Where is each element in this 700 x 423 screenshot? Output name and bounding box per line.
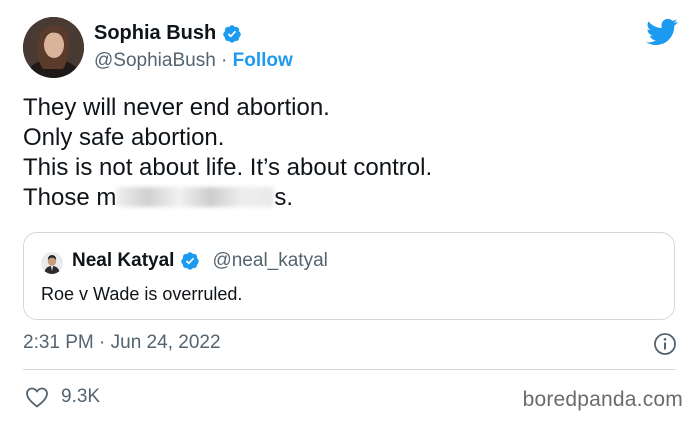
author-handle[interactable]: @SophiaBush xyxy=(94,50,216,71)
tweet-line-censored: Those m s. xyxy=(23,183,673,213)
tweet-line-start: Those m xyxy=(23,184,117,211)
tweet-line: They will never end abortion. xyxy=(23,94,330,121)
verified-badge-icon xyxy=(223,24,241,43)
author-name[interactable]: Sophia Bush xyxy=(94,22,242,45)
follow-button[interactable]: Follow xyxy=(233,50,293,71)
author-avatar[interactable] xyxy=(23,17,84,78)
handle-separator: · xyxy=(221,50,228,71)
watermark: boredpanda.com xyxy=(522,388,683,411)
tweet-timestamp[interactable]: 2:31 PM · Jun 24, 2022 xyxy=(23,332,221,354)
quoted-author-handle[interactable]: @neal_katyal xyxy=(212,250,327,272)
tweet-line: This is not about life. It’s about contr… xyxy=(23,154,433,181)
quoted-author-name[interactable]: Neal Katyal xyxy=(72,250,174,272)
quoted-tweet-text: Roe v Wade is overruled. xyxy=(41,284,243,304)
twitter-bird-icon[interactable] xyxy=(646,18,678,46)
censored-blur xyxy=(116,187,275,207)
tweet-card: Sophia Bush @SophiaBush · Follow They wi… xyxy=(0,0,700,423)
heart-icon xyxy=(26,387,48,408)
like-count: 9.3K xyxy=(61,386,101,407)
author-handle-row: @SophiaBush · Follow xyxy=(94,50,293,72)
verified-badge-icon xyxy=(181,252,200,270)
info-icon[interactable] xyxy=(653,332,677,356)
like-button[interactable]: 9.3K xyxy=(25,386,100,408)
quoted-author-avatar[interactable] xyxy=(41,252,63,274)
quoted-author: Neal Katyal @neal_katyal xyxy=(72,250,328,272)
tweet-line: Only safe abortion. xyxy=(23,124,225,151)
tweet-line-end: s. xyxy=(274,184,294,211)
author-name-text[interactable]: Sophia Bush xyxy=(94,22,216,45)
quoted-tweet[interactable]: Neal Katyal @neal_katyal Roe v Wade is o… xyxy=(23,232,675,320)
divider xyxy=(23,369,676,370)
tweet-text: They will never end abortion. Only safe … xyxy=(23,93,673,213)
